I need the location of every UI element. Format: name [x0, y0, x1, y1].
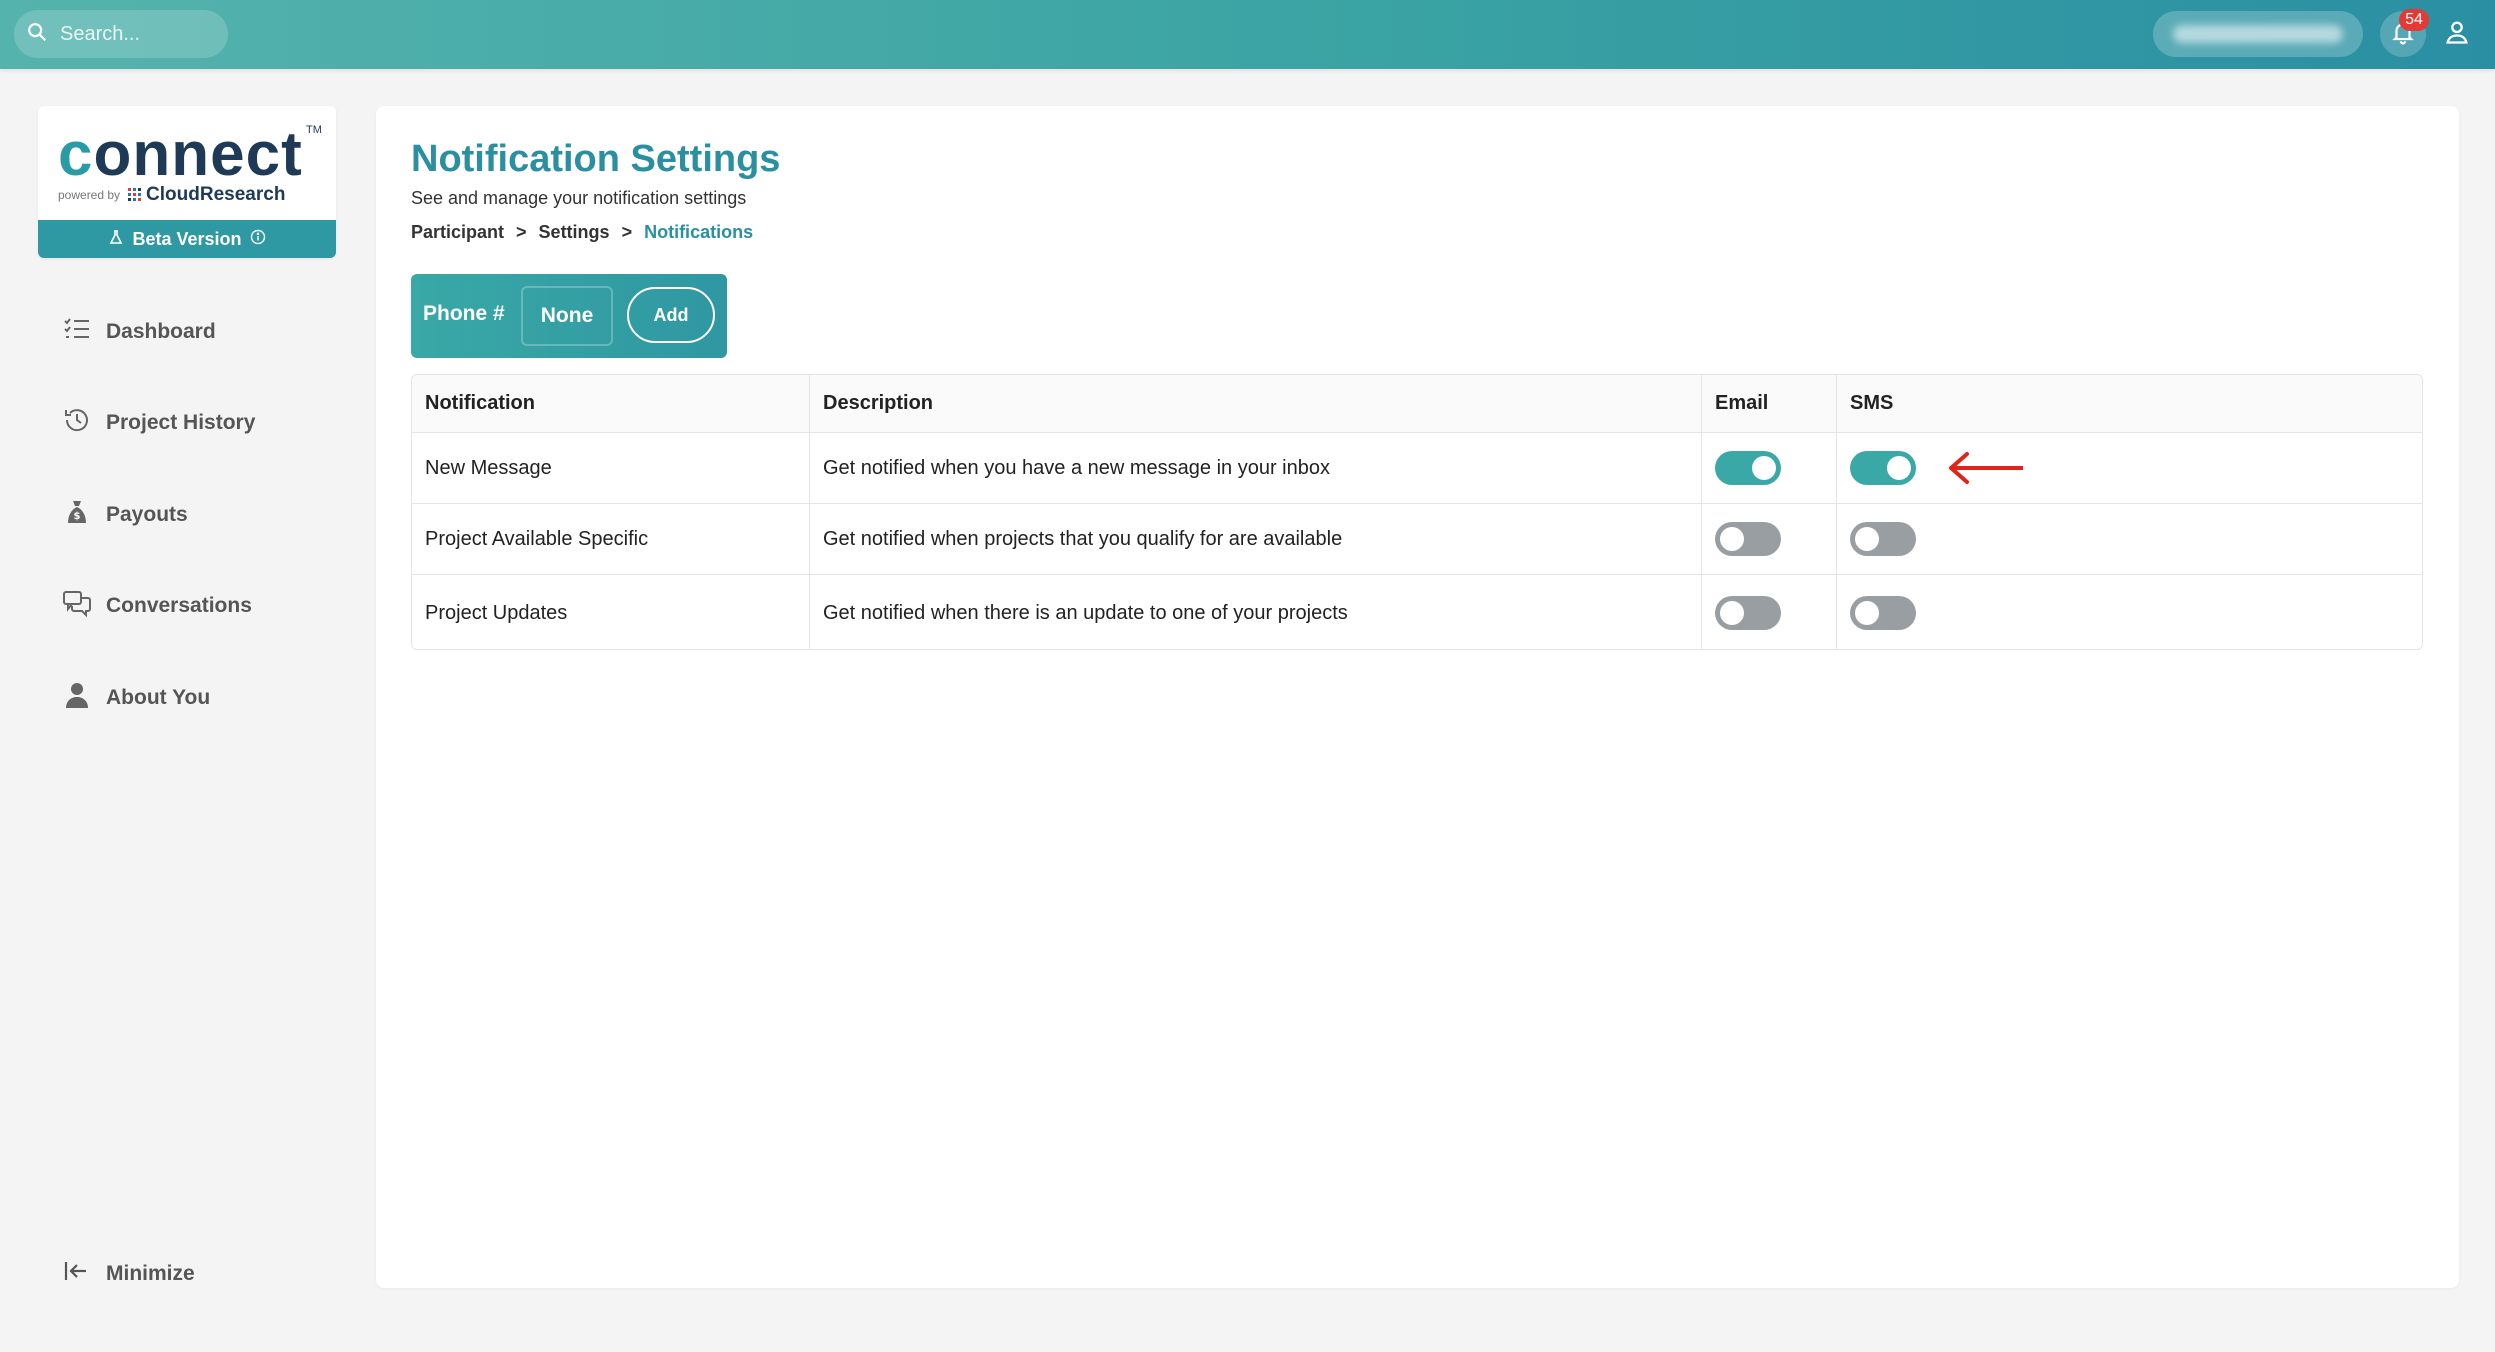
collapse-left-icon	[62, 1257, 106, 1291]
svg-text:$: $	[74, 511, 81, 522]
table-row: New Message Get notified when you have a…	[412, 433, 2422, 504]
table-header-row: Notification Description Email SMS	[412, 375, 2422, 433]
table-row: Project Updates Get notified when there …	[412, 575, 2422, 649]
sidebar-item-payouts[interactable]: $ Payouts	[62, 493, 322, 537]
sms-toggle[interactable]	[1850, 596, 1916, 630]
sidebar-item-conversations[interactable]: Conversations	[62, 584, 322, 628]
breadcrumb-participant[interactable]: Participant	[411, 222, 504, 243]
notification-description: Get notified when there is an update to …	[810, 575, 1702, 649]
email-toggle[interactable]	[1715, 522, 1781, 556]
search-icon	[26, 21, 48, 48]
top-bar: 54	[0, 0, 2495, 69]
column-header-notification: Notification	[412, 375, 810, 432]
sms-toggle[interactable]	[1850, 451, 1916, 485]
toggle-knob	[1752, 456, 1776, 480]
trademark-mark: TM	[306, 124, 322, 136]
sms-toggle[interactable]	[1850, 522, 1916, 556]
info-icon[interactable]	[250, 229, 266, 250]
powered-by: powered by CloudResearch	[58, 184, 286, 205]
notification-name: New Message	[412, 433, 810, 503]
email-cell	[1702, 575, 1837, 649]
sidebar-item-about-you[interactable]: About You	[62, 676, 322, 720]
user-menu-button[interactable]	[2153, 11, 2363, 57]
email-cell	[1702, 433, 1837, 503]
email-toggle[interactable]	[1715, 596, 1781, 630]
breadcrumb-settings[interactable]: Settings	[539, 222, 610, 243]
toggle-knob	[1855, 601, 1879, 625]
page-title: Notification Settings	[411, 138, 781, 180]
column-header-description: Description	[810, 375, 1702, 432]
breadcrumb-notifications: Notifications	[644, 222, 754, 242]
notification-description: Get notified when you have a new message…	[810, 433, 1702, 503]
logo-wordmark: connect	[58, 120, 303, 189]
flask-icon	[108, 229, 124, 250]
breadcrumb-separator: >	[621, 222, 633, 242]
sms-cell	[1837, 433, 2422, 503]
sidebar-item-project-history[interactable]: Project History	[62, 401, 322, 445]
page-subtitle: See and manage your notification setting…	[411, 188, 747, 208]
phone-value: None	[521, 286, 613, 346]
list-check-icon	[62, 314, 106, 350]
breadcrumb: Participant > Settings > Notifications	[411, 222, 753, 243]
toggle-knob	[1720, 527, 1744, 551]
notification-name: Project Updates	[412, 575, 810, 649]
toggle-knob	[1887, 456, 1911, 480]
chat-bubbles-icon	[62, 588, 106, 624]
phone-number-panel: Phone # None Add	[411, 274, 727, 358]
user-icon	[62, 680, 106, 716]
column-header-sms: SMS	[1850, 392, 1894, 414]
add-phone-button[interactable]: Add	[627, 287, 715, 343]
profile-button[interactable]	[2439, 16, 2475, 52]
main-content: Notification Settings See and manage you…	[376, 106, 2459, 1288]
search-input[interactable]	[60, 22, 210, 46]
notifications-table: Notification Description Email SMS New M…	[411, 374, 2423, 650]
notification-description: Get notified when projects that you qual…	[810, 504, 1702, 574]
brand-logo[interactable]: connect TM powered by CloudResearch Beta…	[38, 106, 336, 258]
column-header-email: Email	[1702, 375, 1837, 432]
email-toggle[interactable]	[1715, 451, 1781, 485]
breadcrumb-separator: >	[516, 222, 527, 242]
user-icon	[2443, 18, 2471, 51]
sms-cell	[1837, 504, 2422, 574]
toggle-knob	[1855, 527, 1879, 551]
table-row: Project Available Specific Get notified …	[412, 504, 2422, 575]
toggle-knob	[1720, 601, 1744, 625]
beta-version-banner: Beta Version	[38, 220, 336, 258]
redacted-username	[2173, 25, 2343, 43]
search-box[interactable]	[14, 10, 228, 58]
email-cell	[1702, 504, 1837, 574]
cloudresearch-grid-icon	[128, 188, 142, 202]
sms-cell	[1837, 575, 2422, 649]
notification-name: Project Available Specific	[412, 504, 810, 574]
history-icon	[62, 405, 106, 441]
notification-count-badge: 54	[2399, 9, 2429, 31]
money-bag-icon: $	[62, 497, 106, 533]
phone-label: Phone #	[423, 302, 505, 325]
sidebar-item-dashboard[interactable]: Dashboard	[62, 310, 322, 354]
annotation-arrow-icon	[1949, 452, 2023, 484]
minimize-button[interactable]: Minimize	[62, 1254, 195, 1294]
